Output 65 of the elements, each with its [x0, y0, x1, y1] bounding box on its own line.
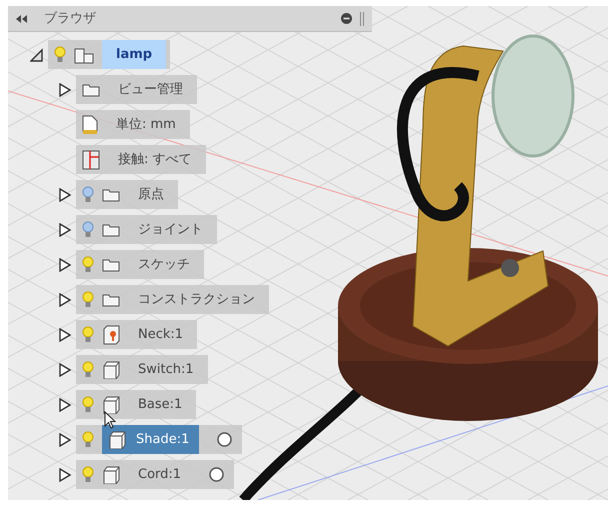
lightbulb-icon[interactable] [82, 360, 94, 378]
collapse-arrow-icon[interactable] [30, 48, 44, 62]
item-label: ジョイント [137, 220, 204, 239]
folder-icon [82, 82, 100, 96]
lightbulb-icon[interactable] [82, 466, 94, 484]
tree-item[interactable]: ジョイント [76, 215, 217, 244]
expand-arrow-icon[interactable] [58, 328, 72, 342]
lightbulb-icon[interactable] [82, 290, 94, 308]
item-label: 原点 [137, 186, 165, 204]
lightbulb-icon[interactable] [82, 326, 94, 344]
tree-item[interactable]: ビュー管理 [76, 75, 197, 104]
contact-sets-icon [82, 150, 100, 170]
expand-arrow-icon[interactable] [58, 222, 72, 236]
lightbulb-icon[interactable] [54, 46, 66, 64]
expand-arrow-icon[interactable] [58, 82, 72, 96]
box-icon [102, 360, 120, 378]
pinned-box-icon [102, 324, 120, 344]
circle-icon[interactable] [209, 467, 224, 482]
expand-arrow-icon[interactable] [58, 398, 72, 412]
item-label: lamp [102, 40, 166, 69]
expand-arrow-icon[interactable] [58, 468, 72, 482]
panel-title: ブラウザ [44, 10, 96, 28]
lightbulb-icon[interactable] [82, 396, 94, 414]
item-label: スケッチ [137, 256, 191, 274]
expand-arrow-icon[interactable] [58, 258, 72, 272]
tree-item[interactable]: コンストラクション [76, 285, 269, 314]
item-label: 接触: すべて [117, 150, 193, 169]
tree-item[interactable]: Shade:1 [76, 425, 242, 454]
tree-item[interactable]: Base:1 [76, 390, 196, 419]
tree-item[interactable]: スケッチ [76, 250, 204, 279]
tree-item[interactable]: lamp [48, 40, 170, 69]
item-label: Base:1 [137, 396, 184, 414]
ruler-document-icon [82, 114, 98, 134]
item-label: Cord:1 [137, 466, 182, 484]
expand-arrow-icon[interactable] [58, 188, 72, 202]
tree-item[interactable]: Cord:1 [76, 460, 234, 489]
collapse-icon[interactable] [16, 14, 28, 22]
item-label: 単位: mm [115, 116, 177, 134]
folder-icon [102, 292, 120, 306]
box-icon [108, 430, 126, 448]
mouse-pointer-icon [104, 411, 116, 429]
lightbulb-icon[interactable] [82, 430, 94, 448]
item-label: Shade:1 [135, 430, 190, 449]
item-label: Switch:1 [137, 360, 195, 379]
item-label: ビュー管理 [117, 80, 184, 99]
expand-arrow-icon[interactable] [58, 292, 72, 306]
box-icon [102, 396, 120, 414]
tree-item[interactable]: 単位: mm [76, 110, 190, 139]
item-label: Neck:1 [137, 326, 184, 344]
components-icon [74, 46, 94, 64]
lightbulb-icon[interactable] [82, 256, 94, 274]
expand-arrow-icon[interactable] [58, 362, 72, 376]
folder-icon [102, 258, 120, 272]
tree-item[interactable]: Neck:1 [76, 320, 198, 349]
tree-item[interactable]: 原点 [76, 180, 178, 209]
folder-icon [102, 188, 120, 202]
folder-icon [102, 222, 120, 236]
tree-item[interactable]: Switch:1 [76, 355, 208, 384]
circle-icon[interactable] [217, 432, 232, 447]
box-icon [102, 466, 120, 484]
item-label: コンストラクション [137, 290, 256, 309]
minus-circle-icon[interactable] [341, 13, 352, 24]
grip-icon[interactable] [360, 12, 364, 26]
tree-item[interactable]: 接触: すべて [76, 145, 206, 174]
expand-arrow-icon[interactable] [58, 432, 72, 446]
